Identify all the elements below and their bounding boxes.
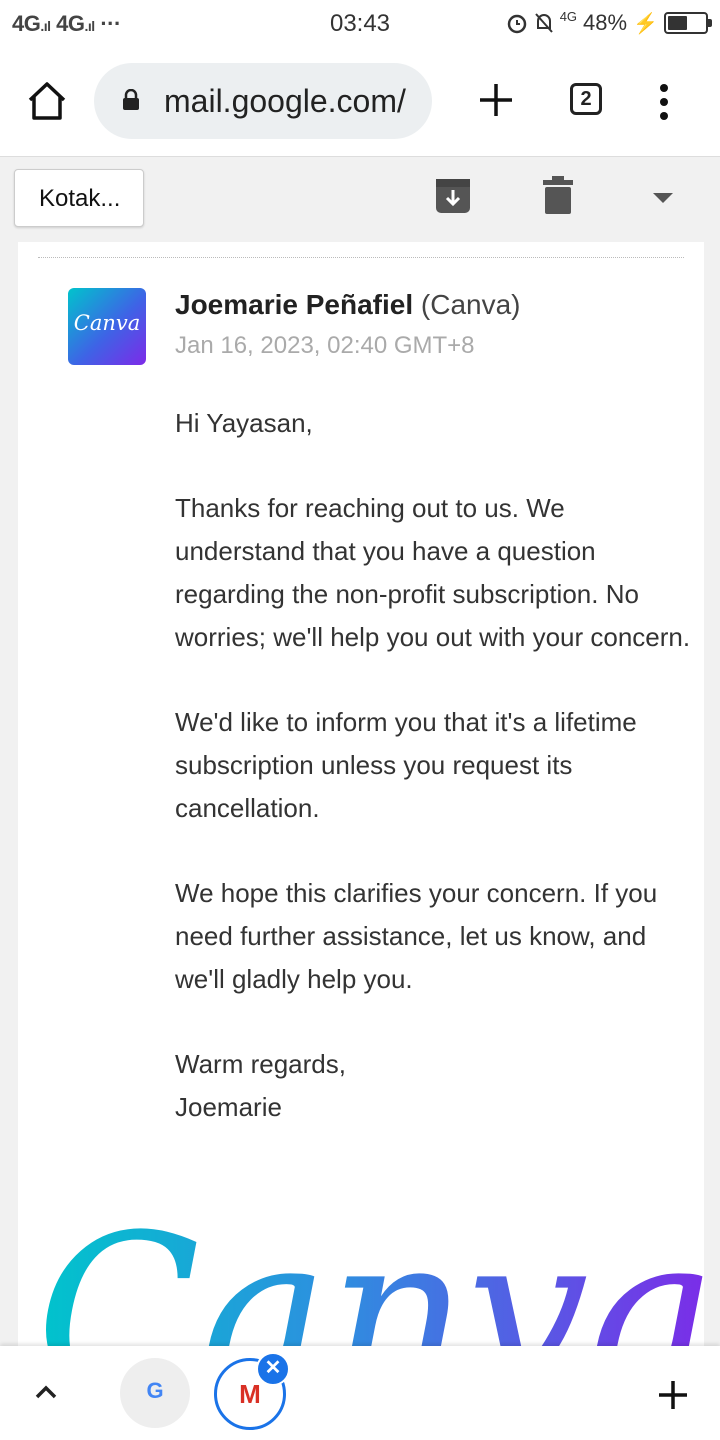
avatar-logo-text: Canva bbox=[73, 311, 141, 335]
back-label: Kotak... bbox=[39, 185, 121, 212]
chevron-down-icon[interactable] bbox=[652, 191, 674, 205]
signoff-text: Warm regards, bbox=[175, 1049, 346, 1079]
email-date: Jan 16, 2023, 02:40 GMT+8 bbox=[175, 332, 475, 359]
archive-icon[interactable] bbox=[434, 177, 472, 215]
divider bbox=[38, 257, 684, 258]
signoff: Warm regards, Joemarie bbox=[175, 1043, 695, 1129]
battery-percent: 48% bbox=[583, 10, 628, 35]
back-to-inbox-button[interactable]: Kotak... bbox=[14, 169, 144, 227]
email-viewport[interactable]: Canva Joemarie Peñafiel (Canva) Jan 16, … bbox=[0, 242, 720, 1346]
signature: Joemarie bbox=[175, 1092, 282, 1122]
tab-switcher-button[interactable]: 2 bbox=[570, 83, 602, 115]
google-tab[interactable]: G bbox=[120, 1358, 190, 1428]
email-card: Canva Joemarie Peñafiel (Canva) Jan 16, … bbox=[18, 242, 717, 1346]
bottom-tab-bar: G M ✕ bbox=[0, 1346, 720, 1440]
google-icon: G bbox=[146, 1378, 164, 1403]
status-bar: 4G.ıl 4G.ıl ··· 03:43 4G 48% ⚡ bbox=[0, 0, 720, 50]
sender-org: (Canva) bbox=[420, 289, 521, 320]
sender-line: Joemarie Peñafiel (Canva) bbox=[175, 289, 521, 321]
mute-bell-icon bbox=[534, 13, 553, 33]
close-icon[interactable]: ✕ bbox=[256, 1352, 290, 1386]
network-label: 4G bbox=[559, 8, 578, 24]
sender-avatar: Canva bbox=[68, 288, 146, 365]
canva-logo-image: Canva bbox=[36, 1206, 717, 1346]
alarm-icon bbox=[507, 14, 526, 34]
new-tab-icon[interactable] bbox=[474, 78, 518, 122]
home-icon[interactable] bbox=[24, 78, 70, 124]
charging-icon: ⚡ bbox=[633, 12, 658, 35]
chevron-up-icon[interactable] bbox=[34, 1384, 58, 1400]
body-paragraph-3: We hope this clarifies your concern. If … bbox=[175, 878, 658, 994]
lock-icon bbox=[123, 89, 139, 110]
battery-icon bbox=[664, 12, 712, 34]
greeting: Hi Yayasan, bbox=[175, 408, 313, 438]
sender-name: Joemarie Peñafiel bbox=[175, 289, 414, 320]
delete-icon[interactable] bbox=[542, 175, 574, 215]
menu-icon[interactable] bbox=[656, 82, 672, 122]
body-paragraph-2: We'd like to inform you that it's a life… bbox=[175, 707, 637, 823]
address-bar[interactable]: mail.google.com/ bbox=[94, 63, 432, 139]
body-paragraph-1: Thanks for reaching out to us. We unders… bbox=[175, 493, 691, 652]
gmail-toolbar: Kotak... bbox=[0, 156, 720, 244]
url-text[interactable]: mail.google.com/ bbox=[164, 83, 406, 120]
plus-icon[interactable] bbox=[656, 1378, 690, 1412]
email-body: Hi Yayasan, Thanks for reaching out to u… bbox=[175, 402, 695, 1129]
browser-toolbar: mail.google.com/ 2 bbox=[0, 50, 720, 154]
status-icons: 4G 48% ⚡ bbox=[506, 8, 712, 36]
